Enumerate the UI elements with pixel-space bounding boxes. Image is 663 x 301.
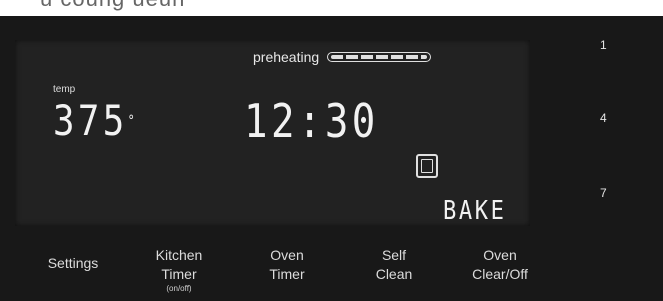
temperature-value: 375 (53, 96, 128, 145)
temperature-readout: 375° (53, 100, 135, 142)
oven-clear-off-label-line2: Clear/Off (472, 266, 528, 282)
oven-timer-label-line2: Timer (269, 266, 305, 282)
keypad-key-7[interactable]: 7 (600, 186, 607, 200)
oven-icon (416, 154, 438, 178)
oven-timer-button[interactable]: Oven Timer (242, 246, 332, 284)
function-button-row: Settings Kitchen Timer (on/off) Oven Tim… (0, 246, 560, 301)
self-clean-label-line2: Clean (375, 266, 413, 282)
preheating-label: preheating (253, 49, 320, 65)
settings-button-label: Settings (47, 255, 99, 271)
kitchen-timer-label-line2: Timer (161, 266, 197, 282)
degree-symbol: ° (127, 113, 135, 129)
preheat-indicator: preheating (253, 48, 432, 66)
preheat-progress-fill (331, 55, 428, 59)
oven-clear-off-label-line1: Oven (483, 247, 517, 263)
self-clean-button[interactable]: Self Clean (349, 246, 439, 284)
settings-button[interactable]: Settings (28, 254, 118, 273)
kitchen-timer-label-line1: Kitchen (155, 247, 203, 263)
keypad-key-4[interactable]: 4 (600, 111, 607, 125)
cropped-heading: u coung ueun (40, 0, 185, 12)
keypad-key-1[interactable]: 1 (600, 38, 607, 52)
cropped-heading-strip: u coung ueun (0, 0, 663, 16)
clock-readout: 12:30 (244, 94, 379, 148)
oven-timer-label-line1: Oven (270, 247, 304, 263)
cook-mode-readout: BAKE (443, 196, 507, 226)
oven-clear-off-button[interactable]: Oven Clear/Off (455, 246, 545, 284)
kitchen-timer-sublabel: (on/off) (166, 284, 192, 293)
number-keypad: 1 4 7 (590, 16, 630, 216)
preheat-progress-bar (327, 52, 432, 62)
kitchen-timer-button[interactable]: Kitchen Timer (on/off) (134, 246, 224, 294)
oven-control-panel: preheating temp 375° 12:30 BAKE 1 4 7 Se… (0, 16, 663, 301)
temp-label: temp (53, 84, 76, 95)
self-clean-label-line1: Self (381, 247, 407, 263)
oven-display: preheating temp 375° 12:30 BAKE (15, 40, 530, 226)
